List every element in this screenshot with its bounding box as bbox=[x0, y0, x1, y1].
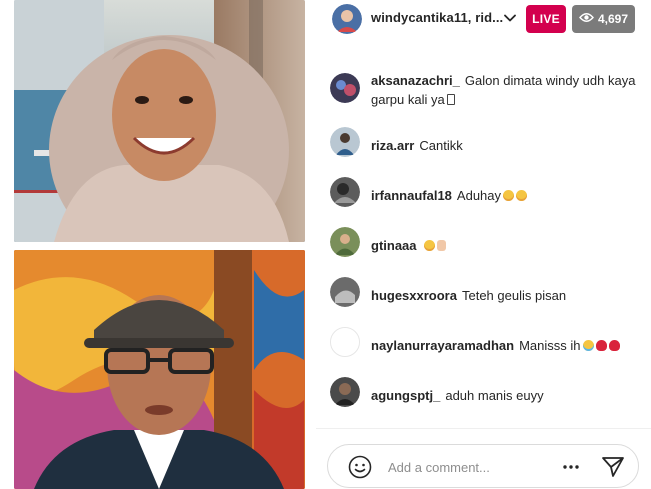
comment-text: Teteh geulis pisan bbox=[461, 288, 567, 303]
comment-text: Aduhay bbox=[456, 188, 502, 203]
smiley-icon[interactable] bbox=[348, 455, 372, 479]
smiling-emoji-icon bbox=[423, 240, 435, 251]
host-video-feed[interactable] bbox=[14, 0, 305, 242]
host-avatar[interactable] bbox=[332, 4, 362, 34]
eye-icon bbox=[579, 12, 594, 26]
guest-video-image bbox=[14, 250, 305, 489]
live-header: windycantika11, rid... LIVE 4,697 bbox=[316, 0, 651, 38]
live-side-panel: windycantika11, rid... LIVE 4,697 aksana… bbox=[316, 0, 651, 489]
crying-emoji-icon bbox=[582, 340, 594, 351]
avatar[interactable] bbox=[330, 73, 360, 103]
video-panel bbox=[0, 0, 316, 489]
comment-text: Manisss ih bbox=[519, 338, 581, 353]
emoji-glyph-icon bbox=[446, 94, 455, 105]
divider bbox=[316, 428, 651, 429]
comment-username[interactable]: aksanazachri_ bbox=[371, 73, 460, 88]
live-badge: LIVE bbox=[526, 5, 566, 33]
more-horizontal-icon[interactable] bbox=[562, 458, 580, 476]
thumbs-up-emoji-icon bbox=[436, 240, 446, 251]
avatar[interactable] bbox=[330, 227, 360, 257]
comment-text: aduh manis euyy bbox=[445, 388, 544, 403]
comment-composer bbox=[327, 444, 639, 488]
comment-username[interactable]: naylanurrayaramadhan bbox=[371, 338, 514, 353]
comment-username[interactable]: irfannaufal18 bbox=[371, 188, 452, 203]
comment-input[interactable] bbox=[388, 456, 548, 478]
viewer-count: 4,697 bbox=[597, 12, 629, 26]
avatar[interactable] bbox=[330, 327, 360, 357]
heart-eyes-emoji-icon bbox=[503, 190, 515, 201]
guest-video-feed[interactable] bbox=[14, 250, 305, 489]
comment-username[interactable]: riza.arr bbox=[371, 138, 414, 153]
heart-emoji-icon bbox=[595, 340, 607, 351]
host-video-image bbox=[14, 0, 305, 242]
avatar[interactable] bbox=[330, 177, 360, 207]
comment-username[interactable]: gtinaaa bbox=[371, 238, 417, 253]
comment-text: Cantikk bbox=[419, 138, 463, 153]
viewer-count-badge[interactable]: 4,697 bbox=[572, 5, 635, 33]
avatar[interactable] bbox=[330, 377, 360, 407]
comment-username[interactable]: hugesxxroora bbox=[371, 288, 457, 303]
send-icon[interactable] bbox=[600, 454, 626, 480]
comment-username[interactable]: agungsptj_ bbox=[371, 388, 440, 403]
host-username[interactable]: windycantika11, rid... bbox=[371, 10, 503, 25]
avatar[interactable] bbox=[330, 127, 360, 157]
heart-eyes-emoji-icon bbox=[516, 190, 528, 201]
heart-emoji-icon bbox=[608, 340, 620, 351]
chevron-down-icon[interactable] bbox=[503, 11, 517, 25]
avatar[interactable] bbox=[330, 277, 360, 307]
